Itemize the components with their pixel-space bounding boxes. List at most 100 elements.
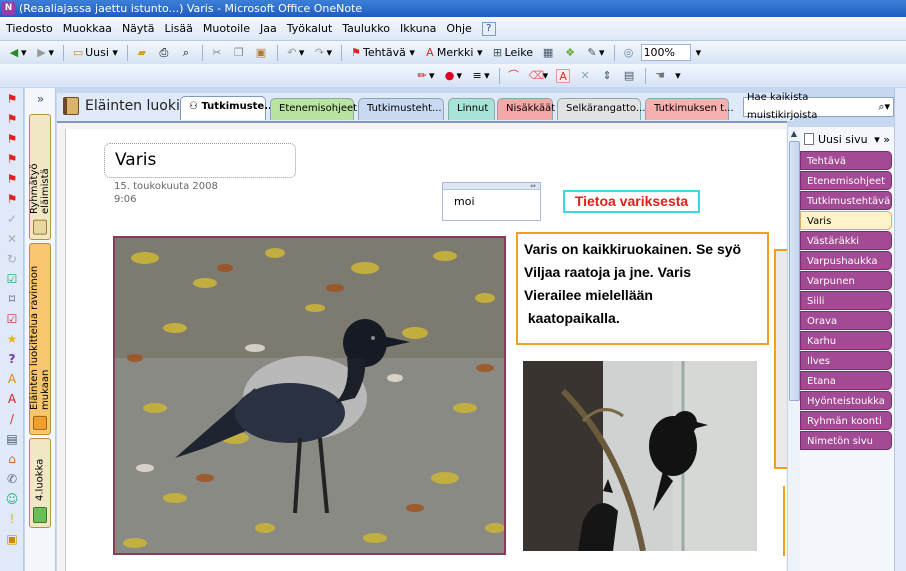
- undo-button[interactable]: ↶ ▾: [282, 44, 308, 62]
- clip-button[interactable]: ⊞ Leike: [488, 44, 537, 62]
- pen-color-button[interactable]: ✏ ▾: [412, 67, 438, 85]
- flag-tag-icon[interactable]: ⚑: [4, 151, 20, 167]
- lasso-button[interactable]: ⌒: [504, 67, 524, 85]
- note-text[interactable]: moi: [443, 190, 540, 208]
- flag-tag-icon[interactable]: ⚑: [4, 111, 20, 127]
- menu-tyokalut[interactable]: Työkalut: [287, 22, 333, 35]
- research-button[interactable]: ❖: [560, 44, 580, 62]
- search-icon[interactable]: ⌕▾: [878, 98, 890, 116]
- page-layout-button[interactable]: ▤: [619, 67, 639, 85]
- section-tab-tutkimusteht[interactable]: Tutkimusteht...: [358, 98, 444, 120]
- menu-ikkuna[interactable]: Ikkuna: [400, 22, 436, 35]
- section-tab-tutkimuksen[interactable]: Tutkimuksen t...: [645, 98, 734, 120]
- checkbox-icon[interactable]: ☑: [4, 271, 20, 287]
- delete-ink-button[interactable]: ✕: [575, 67, 595, 85]
- pen-icon[interactable]: /: [4, 411, 20, 427]
- menu-muotoile[interactable]: Muotoile: [203, 22, 250, 35]
- toolbar-options-dropdown[interactable]: ▾: [672, 67, 684, 85]
- section-tab-etenemisohjeet[interactable]: Etenemisohjeet: [270, 98, 357, 120]
- menu-tiedosto[interactable]: Tiedosto: [6, 22, 53, 35]
- page-tab-hyonteistoukka[interactable]: Hyönteistoukka: [800, 391, 892, 410]
- flag-tag-icon[interactable]: ⚑: [4, 131, 20, 147]
- table-button[interactable]: ▦: [538, 44, 558, 62]
- print-preview-button[interactable]: ⌕: [176, 44, 196, 62]
- heading-text-box[interactable]: Tietoa variksesta: [563, 190, 700, 213]
- menu-nayta[interactable]: Näytä: [122, 22, 155, 35]
- checkbox-red-icon[interactable]: ☑: [4, 311, 20, 327]
- section-tab-nisakkaat[interactable]: Nisäkkäät: [497, 98, 555, 120]
- menu-muokkaa[interactable]: Muokkaa: [63, 22, 112, 35]
- page-tab-varis[interactable]: Varis: [800, 211, 892, 230]
- page-tab-vastarakki[interactable]: Västäräkki: [800, 231, 892, 250]
- vertical-scrollbar[interactable]: ▲: [787, 127, 800, 571]
- menu-jaa[interactable]: Jaa: [260, 22, 277, 35]
- flag-tag-icon[interactable]: ⚑: [4, 191, 20, 207]
- copy-button[interactable]: ❐: [229, 44, 249, 62]
- page-tab-karhu[interactable]: Karhu: [800, 331, 892, 350]
- open-button[interactable]: ▰: [132, 44, 152, 62]
- eraser-button[interactable]: ⌫ ▾: [526, 67, 552, 85]
- section-tab-tutkimuste[interactable]: ⚇ Tutkimuste...: [180, 96, 276, 120]
- page-tab-ilves[interactable]: Ilves: [800, 351, 892, 370]
- notebook-tab-4-luokka[interactable]: 4.luokka: [29, 438, 51, 528]
- cut-button[interactable]: ✂: [207, 44, 227, 62]
- zoom-dropdown[interactable]: ▾: [693, 44, 705, 62]
- page-tab-varpushaukka[interactable]: Varpushaukka: [800, 251, 892, 270]
- highlight-icon[interactable]: A: [4, 391, 20, 407]
- page-tab-etenemisohjeet[interactable]: Etenemisohjeet: [800, 171, 892, 190]
- print-button[interactable]: ⎙: [154, 44, 174, 62]
- flag-tag-icon[interactable]: ⚑: [4, 91, 20, 107]
- new-page-dropdown-icon[interactable]: ▾ »: [874, 133, 890, 146]
- new-page-button[interactable]: Uusi sivu ▾ »: [800, 129, 892, 149]
- search-input[interactable]: Hae kaikista muistikirjoista ⌕▾: [743, 92, 894, 121]
- page-tab-siili[interactable]: Siili: [800, 291, 892, 310]
- menu-lisaa[interactable]: Lisää: [164, 22, 192, 35]
- note-container[interactable]: ⇔ moi: [442, 182, 541, 221]
- redo-button[interactable]: ↷ ▾: [309, 44, 335, 62]
- zoom-icon-button[interactable]: ◎: [619, 44, 639, 62]
- idea-icon[interactable]: !: [4, 511, 20, 527]
- menu-taulukko[interactable]: Taulukko: [342, 22, 390, 35]
- question-icon[interactable]: ?: [4, 351, 20, 367]
- phone-icon[interactable]: ✆: [4, 471, 20, 487]
- line-style-button[interactable]: ≡ ▾: [467, 67, 493, 85]
- lock-icon[interactable]: ▣: [4, 531, 20, 547]
- section-tab-selkarangatto[interactable]: Selkärangatto...: [557, 98, 645, 120]
- page-tab-nimeton-sivu[interactable]: Nimetön sivu: [800, 431, 892, 450]
- lasso-icon[interactable]: ⌑: [4, 291, 20, 307]
- task-button[interactable]: ⚑ Tehtävä ▾: [346, 44, 418, 62]
- page-tab-varpunen[interactable]: Varpunen: [800, 271, 892, 290]
- notebook-title[interactable]: Eläinten luokit...: [63, 97, 199, 115]
- fill-color-button[interactable]: ● ▾: [440, 67, 466, 85]
- partial-image-container[interactable]: [774, 249, 788, 469]
- ink-to-text-button[interactable]: A: [553, 67, 573, 85]
- container-grip-handle[interactable]: ⇔: [443, 183, 540, 190]
- insert-space-button[interactable]: ⇕: [597, 67, 617, 85]
- refresh-icon[interactable]: ↻: [4, 251, 20, 267]
- checkmark-icon[interactable]: ✓: [4, 211, 20, 227]
- pan-button[interactable]: ☚: [650, 67, 670, 85]
- notebook-tab-elainten-luokittelua[interactable]: Eläinten luokittelua ravinnon mukaan: [29, 243, 51, 435]
- scroll-up-arrow-icon[interactable]: ▲: [788, 127, 800, 140]
- flag-tag-icon[interactable]: ⚑: [4, 171, 20, 187]
- close-icon[interactable]: ✕: [4, 231, 20, 247]
- new-button[interactable]: ▭ Uusi ▾: [68, 44, 121, 62]
- paste-button[interactable]: ▣: [251, 44, 271, 62]
- page-tab-orava[interactable]: Orava: [800, 311, 892, 330]
- contact-icon[interactable]: ☺: [4, 491, 20, 507]
- crow-photo[interactable]: [113, 236, 506, 555]
- notebook-tab-ryhmatyo[interactable]: Ryhmätyö eläimistä: [29, 114, 51, 240]
- page-tab-etana[interactable]: Etana: [800, 371, 892, 390]
- card-icon[interactable]: ▤: [4, 431, 20, 447]
- page-tab-tehtava[interactable]: Tehtävä: [800, 151, 892, 170]
- page-tab-ryhman-koonti[interactable]: Ryhmän koonti: [800, 411, 892, 430]
- back-button[interactable]: ◀ ▾: [4, 44, 30, 62]
- page-title[interactable]: Varis: [104, 143, 296, 178]
- zoom-field[interactable]: 100%: [640, 44, 691, 61]
- note-page[interactable]: Varis 15. toukokuuta 2008 9:06 ⇔ moi Tie…: [65, 129, 788, 571]
- menu-ohje[interactable]: Ohje: [446, 22, 471, 35]
- crow-branch-photo[interactable]: [523, 361, 757, 551]
- section-tab-linnut[interactable]: Linnut: [448, 98, 495, 120]
- mark-button[interactable]: A Merkki ▾: [420, 44, 486, 62]
- home-icon[interactable]: ⌂: [4, 451, 20, 467]
